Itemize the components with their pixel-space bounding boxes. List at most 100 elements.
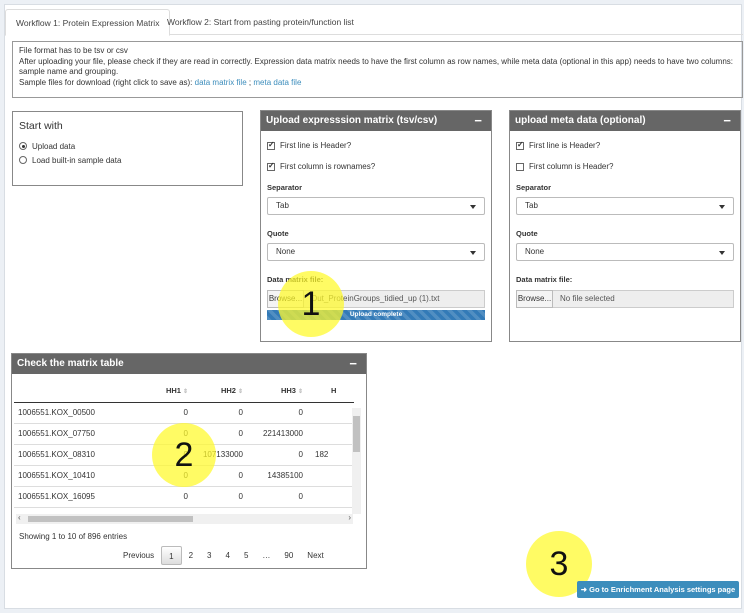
pagination-page[interactable]: 90 bbox=[277, 546, 300, 565]
pagination-page[interactable]: 2 bbox=[182, 546, 200, 565]
pagination-page[interactable]: 5 bbox=[237, 546, 255, 565]
sort-icon: ⇕ bbox=[237, 389, 243, 396]
column-header-rownames[interactable] bbox=[14, 380, 134, 403]
table-header-row: HH1 ⇕ HH2 ⇕ HH3 ⇕ H bbox=[14, 380, 354, 403]
checkbox-checked-icon bbox=[267, 140, 275, 150]
start-with-panel: Start with Upload data Load built-in sam… bbox=[12, 111, 243, 186]
separator-select[interactable]: Tab bbox=[516, 197, 734, 215]
scrollbar-thumb[interactable] bbox=[28, 516, 193, 522]
checkbox-label: First column is Header? bbox=[529, 162, 614, 171]
data-matrix-file-link[interactable]: data matrix file bbox=[195, 78, 247, 87]
radio-label: Load built-in sample data bbox=[32, 155, 122, 165]
sort-icon: ⇕ bbox=[182, 389, 188, 396]
table-cell: 182 bbox=[311, 444, 354, 466]
quote-label: Quote bbox=[267, 229, 289, 238]
separator-select[interactable]: Tab bbox=[267, 197, 485, 215]
scroll-left-icon[interactable]: ‹ bbox=[18, 513, 21, 522]
browse-button[interactable]: Browse... bbox=[516, 290, 553, 308]
radio-selected-icon bbox=[19, 142, 27, 150]
checkbox-first-line-header[interactable]: First line is Header? bbox=[267, 135, 485, 156]
dropdown-arrow-icon bbox=[719, 205, 725, 209]
checkbox-label: First line is Header? bbox=[529, 141, 601, 150]
sort-icon: ⇕ bbox=[297, 389, 303, 396]
select-value: Tab bbox=[525, 201, 538, 210]
collapse-button[interactable]: − bbox=[349, 354, 357, 374]
radio-upload-data[interactable]: Upload data bbox=[19, 139, 236, 153]
table-cell: 1006551.KOX_07750 bbox=[14, 423, 134, 445]
table-cell bbox=[311, 486, 354, 508]
horizontal-scrollbar[interactable]: ‹ › bbox=[16, 513, 353, 524]
pagination-page[interactable]: 3 bbox=[200, 546, 218, 565]
column-header-label: HH2 bbox=[220, 386, 236, 396]
select-value: None bbox=[525, 247, 545, 256]
radio-label: Upload data bbox=[32, 141, 76, 151]
quote-select[interactable]: None bbox=[516, 243, 734, 261]
separator-label: Separator bbox=[516, 183, 552, 192]
vertical-scrollbar[interactable] bbox=[352, 408, 361, 514]
info-download-label: Sample files for download (right click t… bbox=[19, 77, 193, 87]
table-cell: 0 bbox=[134, 486, 196, 508]
table-cell: 0 bbox=[196, 486, 251, 508]
select-value: None bbox=[276, 247, 296, 256]
pagination-page[interactable]: 4 bbox=[218, 546, 236, 565]
collapse-button[interactable]: − bbox=[723, 111, 731, 131]
table-cell: 0 bbox=[251, 486, 311, 508]
meta-data-file-link[interactable]: meta data file bbox=[253, 78, 301, 87]
table-cell: 1006551.KOX_08310 bbox=[14, 444, 134, 466]
checkbox-first-column-rownames[interactable]: First column is rownames? bbox=[267, 156, 485, 177]
go-to-enrichment-button[interactable]: ➜ Go to Enrichment Analysis settings pag… bbox=[577, 581, 739, 598]
info-line: Sample files for download (right click t… bbox=[19, 78, 736, 89]
table-cell: 0 bbox=[251, 444, 311, 466]
checkbox-first-column-header[interactable]: First column is Header? bbox=[516, 156, 734, 177]
file-name-display: No file selected bbox=[553, 290, 734, 308]
checkbox-checked-icon bbox=[267, 161, 275, 171]
pagination-previous[interactable]: Previous bbox=[116, 546, 161, 565]
matrix-table-header: Check the matrix table − bbox=[12, 354, 366, 374]
column-header[interactable]: HH1 ⇕ bbox=[134, 380, 196, 403]
table-cell bbox=[311, 465, 354, 487]
column-header-label: HH1 bbox=[165, 386, 181, 396]
table-cell: 0 bbox=[251, 402, 311, 424]
dropdown-arrow-icon bbox=[470, 205, 476, 209]
table-cell bbox=[311, 423, 354, 445]
pagination-ellipsis: … bbox=[262, 551, 271, 560]
checkbox-label: First line is Header? bbox=[280, 141, 352, 150]
info-line: File format has to be tsv or csv bbox=[19, 46, 128, 55]
scroll-right-icon[interactable]: › bbox=[348, 513, 351, 522]
pagination-next[interactable]: Next bbox=[300, 546, 330, 565]
table-cell: 0 bbox=[196, 402, 251, 424]
column-header[interactable]: HH3 ⇕ bbox=[251, 380, 311, 403]
quote-label: Quote bbox=[516, 229, 538, 238]
annotation-marker-1: 1 bbox=[278, 271, 344, 337]
scrollbar-thumb[interactable] bbox=[353, 416, 360, 452]
quote-select[interactable]: None bbox=[267, 243, 485, 261]
tab-workflow-2[interactable]: Workflow 2: Start from pasting protein/f… bbox=[157, 9, 364, 35]
info-separator: ; bbox=[248, 77, 252, 87]
column-header-label: HH3 bbox=[280, 386, 296, 396]
table-cell: 1006551.KOX_10410 bbox=[14, 465, 134, 487]
meta-file-label: Data matrix file: bbox=[516, 275, 573, 284]
table-cell bbox=[311, 402, 354, 424]
checkbox-first-line-header[interactable]: First line is Header? bbox=[516, 135, 734, 156]
annotation-marker-2: 2 bbox=[152, 423, 216, 487]
separator-label: Separator bbox=[267, 183, 303, 192]
pagination: Previous 1 2 3 4 5 … 90 Next bbox=[116, 546, 331, 565]
radio-load-sample[interactable]: Load built-in sample data bbox=[19, 153, 236, 167]
arrow-right-icon: ➜ bbox=[580, 585, 590, 594]
pagination-page[interactable]: 1 bbox=[161, 546, 182, 565]
info-line: sample name and grouping. bbox=[19, 67, 119, 76]
checkbox-unchecked-icon bbox=[516, 162, 524, 171]
collapse-button[interactable]: − bbox=[474, 111, 482, 131]
dropdown-arrow-icon bbox=[719, 251, 725, 255]
file-input: Browse... No file selected bbox=[516, 290, 734, 308]
select-value: Tab bbox=[276, 201, 289, 210]
column-header[interactable]: HH2 ⇕ bbox=[196, 380, 251, 403]
table-cell: 0 bbox=[134, 402, 196, 424]
table-cell: 1006551.KOX_16095 bbox=[14, 486, 134, 508]
table-info: Showing 1 to 10 of 896 entries bbox=[19, 532, 128, 541]
table-cell: 1006551.KOX_00500 bbox=[14, 402, 134, 424]
checkbox-label: First column is rownames? bbox=[280, 162, 376, 171]
file-format-info: File format has to be tsv or csv After u… bbox=[12, 41, 743, 98]
column-header[interactable]: H bbox=[311, 380, 354, 403]
tab-workflow-1[interactable]: Workflow 1: Protein Expression Matrix bbox=[5, 9, 171, 36]
